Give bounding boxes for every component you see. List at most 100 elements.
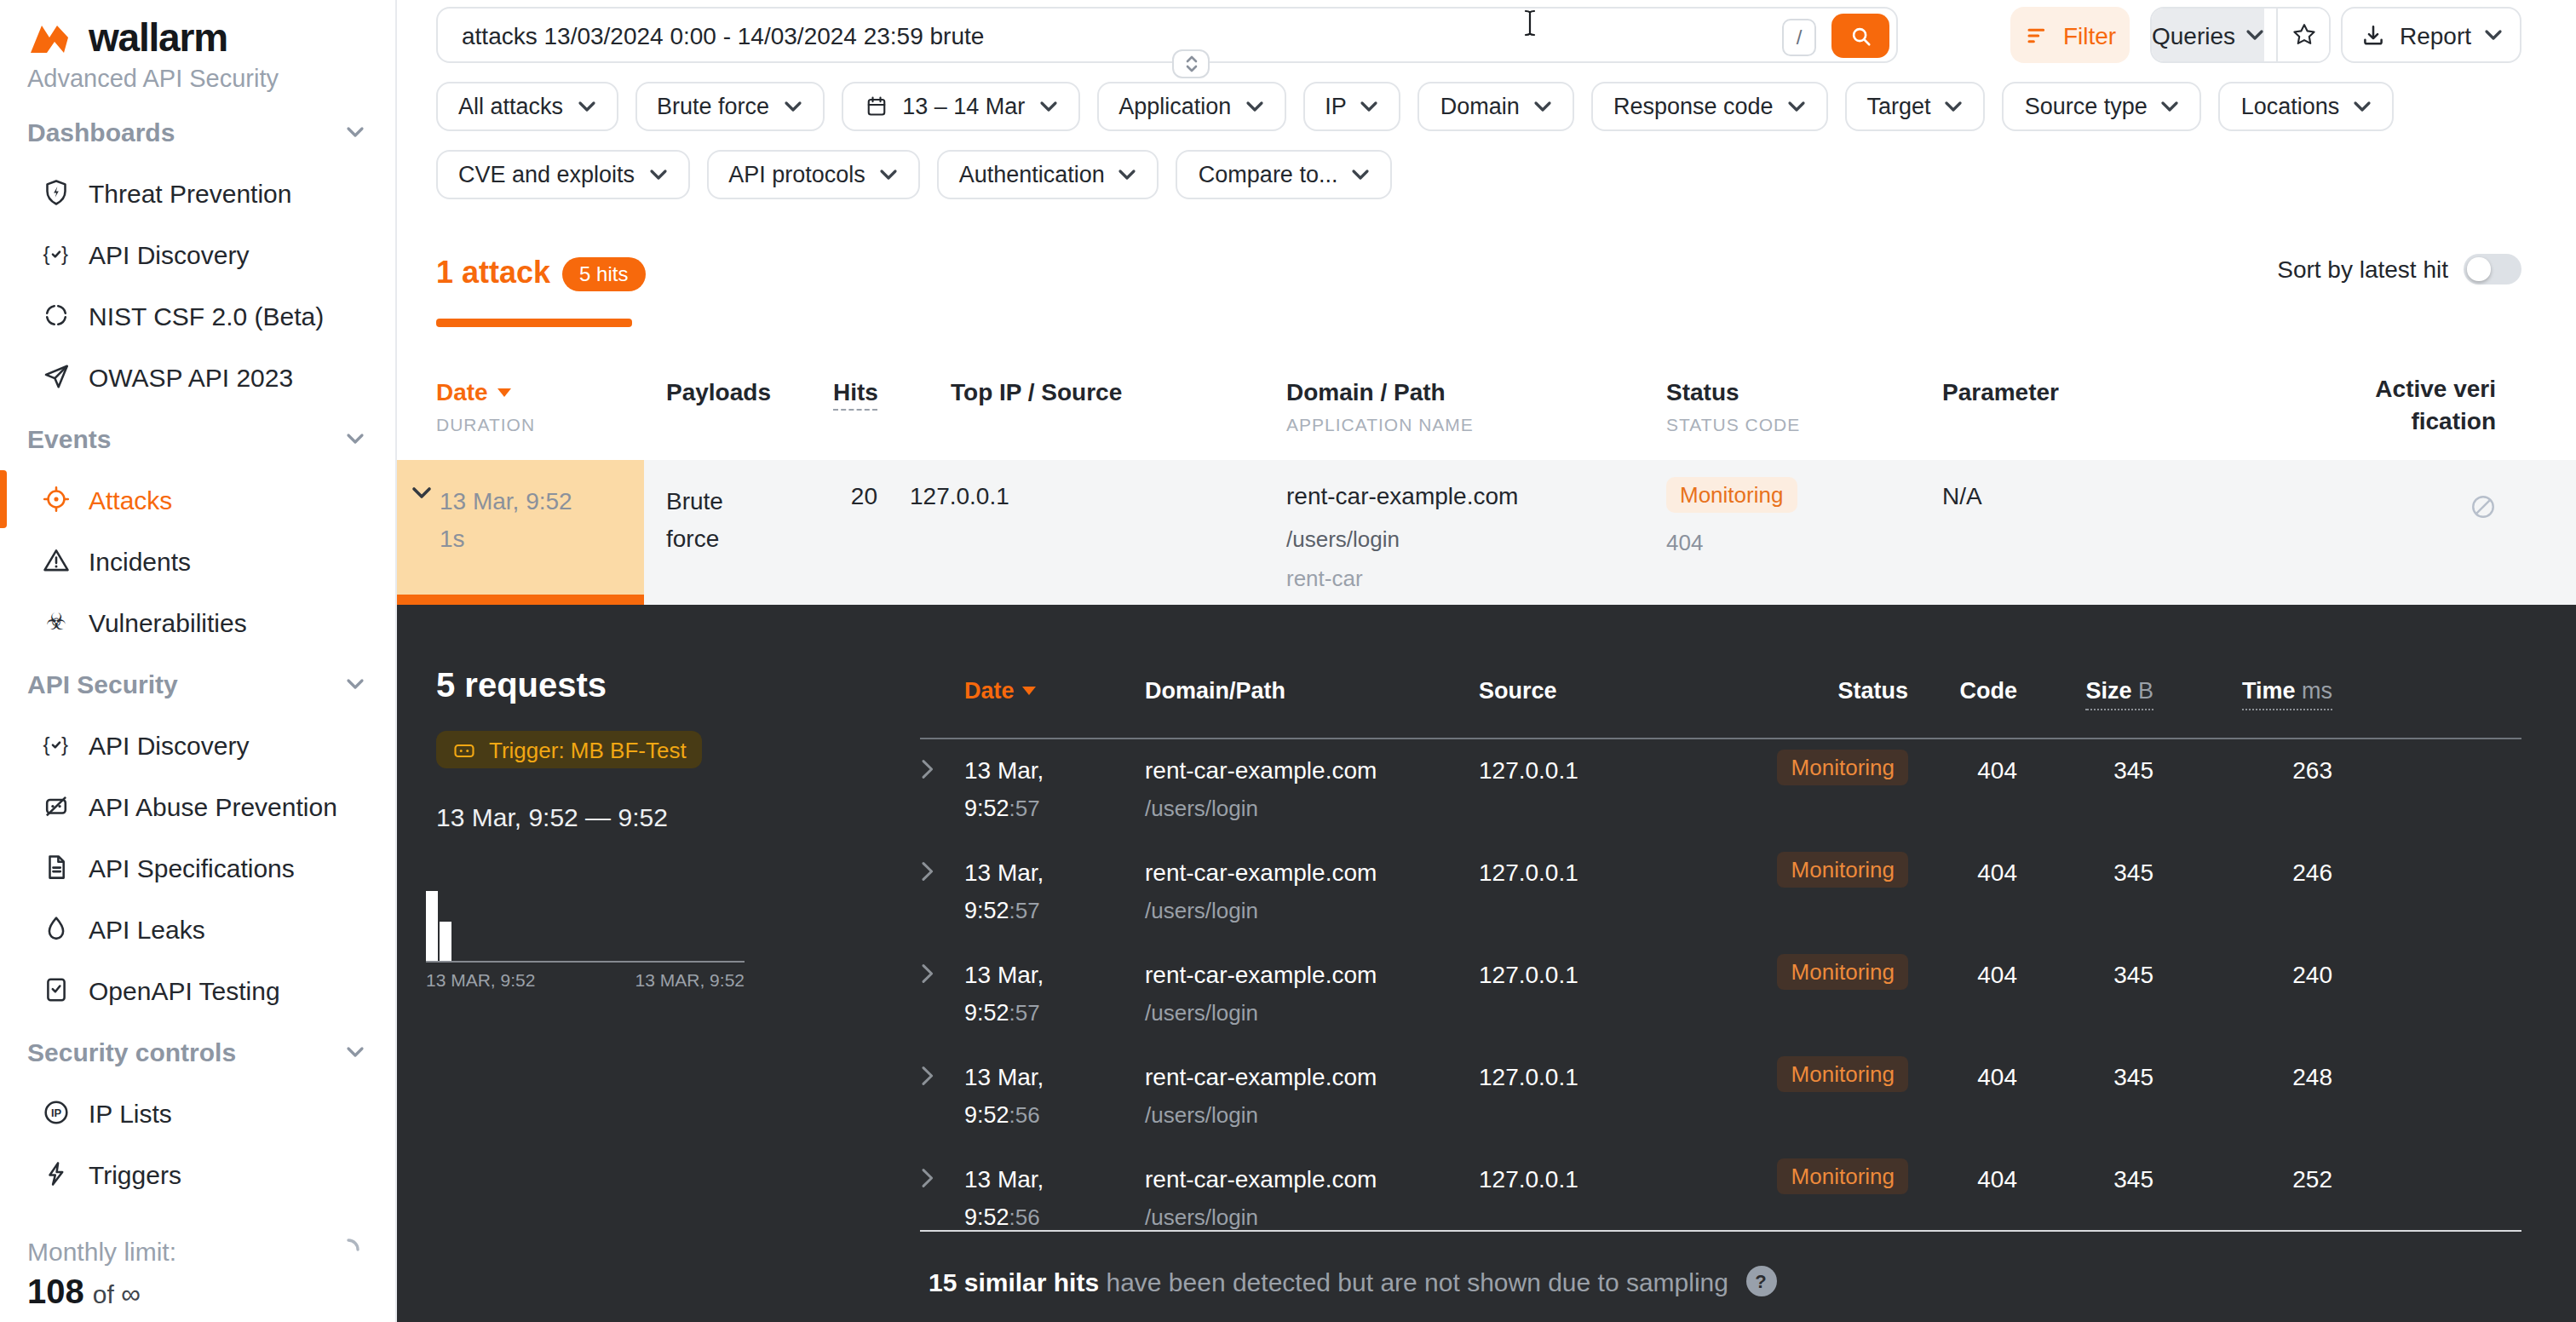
sidebar-item-api-abuse-prevention[interactable]: API Abuse Prevention <box>0 775 395 836</box>
sidebar-item-threat-prevention[interactable]: Threat Prevention <box>0 162 395 223</box>
filter-chip-brute-force[interactable]: Brute force <box>635 82 824 131</box>
chevron-right-icon <box>920 860 935 882</box>
request-status-badge: Monitoring <box>1778 954 1908 990</box>
request-details-panel: 5 requests Trigger: MB BF-Test 13 Mar, 9… <box>397 605 2576 1322</box>
column-subheader-duration: DURATION <box>436 414 535 434</box>
request-code: 404 <box>1908 949 2017 993</box>
sidebar-item-incidents[interactable]: Incidents <box>0 530 395 591</box>
search-icon <box>1848 23 1873 49</box>
sidebar-item-ip-lists[interactable]: IPIP Lists <box>0 1082 395 1143</box>
sidebar-item-api-leaks[interactable]: API Leaks <box>0 898 395 959</box>
filter-chip-target[interactable]: Target <box>1845 82 1986 131</box>
filter-chip-13-14-mar[interactable]: 13 – 14 Mar <box>841 82 1079 131</box>
request-date: 13 Mar, <box>964 949 1145 993</box>
filter-chip-response-code[interactable]: Response code <box>1591 82 1828 131</box>
sidebar-item-openapi-testing[interactable]: OpenAPI Testing <box>0 959 395 1020</box>
document-icon <box>41 852 72 882</box>
filter-chip-cve-and-exploits[interactable]: CVE and exploits <box>436 150 689 199</box>
chart-axis-end: 13 MAR, 9:52 <box>574 969 745 990</box>
chevron-right-icon <box>920 963 935 985</box>
attack-row[interactable]: 13 Mar, 9:521s Brute force 20 127.0.0.1 … <box>397 460 2576 605</box>
attack-source: 127.0.0.1 <box>910 482 1009 509</box>
sidebar-item-vulnerabilities[interactable]: ☣Vulnerabilities <box>0 591 395 652</box>
calendar-icon <box>863 94 888 119</box>
request-status-badge: Monitoring <box>1778 1158 1908 1194</box>
chart-axis <box>426 960 745 962</box>
column-header-hits[interactable]: Hits <box>833 378 878 405</box>
attack-date-cell[interactable]: 13 Mar, 9:521s <box>397 460 644 605</box>
filter-chips-row-1: All attacks Brute force 13 – 14 Mar Applica… <box>436 82 2394 131</box>
filter-chip-source-type[interactable]: Source type <box>2003 82 2202 131</box>
request-row[interactable]: 13 Mar,9:52:57rent-car-example.com/users… <box>920 949 2521 1051</box>
sidebar-item-api-discovery[interactable]: {}API Discovery <box>0 223 395 285</box>
requests-header-divider <box>920 738 2521 739</box>
request-row[interactable]: 13 Mar,9:52:56rent-car-example.com/users… <box>920 1153 2521 1256</box>
favorite-query-button[interactable] <box>2276 9 2329 61</box>
sidebar-item-nist-csf-2-0-beta-[interactable]: NIST CSF 2.0 (Beta) <box>0 285 395 346</box>
column-subheader-status-code: STATUS CODE <box>1666 414 1800 434</box>
biohazard-icon: ☣ <box>41 606 72 637</box>
search-resize-handle[interactable] <box>1172 49 1210 78</box>
product-subtitle: Advanced API Security <box>27 65 279 92</box>
sidebar-item-api-specifications[interactable]: API Specifications <box>0 836 395 898</box>
column-header-source: Top IP / Source <box>951 378 1122 405</box>
request-date: 13 Mar, <box>964 744 1145 789</box>
attack-status-code: 404 <box>1666 530 1703 555</box>
svg-text:}: } <box>61 242 68 265</box>
sidebar-item-triggers[interactable]: Triggers <box>0 1143 395 1204</box>
column-header-date[interactable]: Date <box>436 378 512 405</box>
sort-toggle[interactable] <box>2464 254 2521 284</box>
request-domain: rent-car-example.com <box>1145 1153 1479 1198</box>
sidebar-section-security-controls[interactable]: Security controls <box>0 1020 395 1082</box>
chevron-right-icon <box>920 1167 935 1189</box>
sidebar-item-owasp-api-2023[interactable]: OWASP API 2023 <box>0 346 395 407</box>
slash-shortcut-key: / <box>1782 19 1816 56</box>
filter-chip-api-protocols[interactable]: API protocols <box>706 150 920 199</box>
filter-chip-all-attacks[interactable]: All attacks <box>436 82 618 131</box>
search-input[interactable]: attacks 13/03/2024 0:00 - 14/03/2024 23:… <box>436 7 1898 63</box>
help-icon[interactable]: ? <box>1745 1266 1776 1296</box>
request-row[interactable]: 13 Mar,9:52:56rent-car-example.com/users… <box>920 1051 2521 1153</box>
filter-chip-domain[interactable]: Domain <box>1418 82 1574 131</box>
filter-chip-locations[interactable]: Locations <box>2219 82 2395 131</box>
request-size: 345 <box>2017 949 2153 993</box>
filter-icon <box>2024 21 2051 49</box>
filter-chip-authentication[interactable]: Authentication <box>937 150 1159 199</box>
request-domain: rent-car-example.com <box>1145 847 1479 891</box>
attack-parameter: N/A <box>1942 482 1982 509</box>
results-summary: 1 attack 5 hits <box>436 256 645 291</box>
requests-column-time[interactable]: Time ms <box>2153 678 2332 704</box>
filter-button[interactable]: Filter <box>2010 7 2130 63</box>
queries-button[interactable]: Queries <box>2152 9 2264 61</box>
chevron-down-icon <box>2353 101 2372 112</box>
filter-chip-ip[interactable]: IP <box>1302 82 1401 131</box>
request-row[interactable]: 13 Mar,9:52:57rent-car-example.com/users… <box>920 847 2521 949</box>
brand-name: wallarm <box>89 15 227 61</box>
wallarm-logo[interactable]: wallarm <box>27 15 227 61</box>
filter-chip-compare-to-[interactable]: Compare to... <box>1176 150 1393 199</box>
request-row[interactable]: 13 Mar,9:52:57rent-car-example.com/users… <box>920 744 2521 847</box>
requests-column-date[interactable]: Date <box>964 678 1145 704</box>
histogram-bar <box>426 891 438 961</box>
shield-bolt-icon <box>41 177 72 208</box>
attack-payload: Brute force <box>666 482 755 557</box>
svg-text:☣: ☣ <box>46 609 66 635</box>
request-source: 127.0.0.1 <box>1479 949 1741 993</box>
sidebar-section-api-security[interactable]: API Security <box>0 652 395 714</box>
sidebar-item-attacks[interactable]: Attacks <box>0 468 395 530</box>
trigger-badge[interactable]: Trigger: MB BF-Test <box>436 731 702 768</box>
request-date: 13 Mar, <box>964 847 1145 891</box>
report-button[interactable]: Report <box>2341 7 2521 63</box>
sidebar-section-dashboards[interactable]: Dashboards <box>0 101 395 162</box>
search-button[interactable] <box>1831 14 1889 58</box>
requests-table-header: Date Domain/Path Source Status Code Size… <box>920 678 2521 704</box>
request-code: 404 <box>1908 1153 2017 1198</box>
sidebar-section-events[interactable]: Events <box>0 407 395 468</box>
histogram-bar <box>439 922 451 961</box>
filter-chip-application[interactable]: Application <box>1096 82 1285 131</box>
requests-column-size[interactable]: Size B <box>2017 678 2153 704</box>
request-path: /users/login <box>1145 891 1479 928</box>
prohibit-icon[interactable] <box>2469 492 2498 521</box>
sidebar-item-api-discovery[interactable]: {}API Discovery <box>0 714 395 775</box>
request-time: 246 <box>2153 847 2332 891</box>
